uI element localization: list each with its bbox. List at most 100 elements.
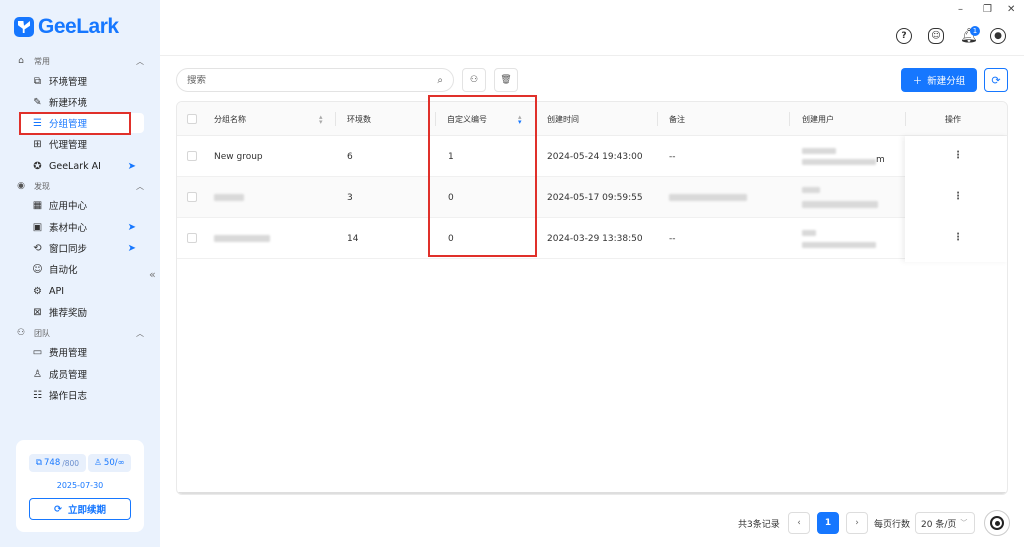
redacted-creator — [802, 201, 878, 208]
page-button-current[interactable]: 1 — [817, 512, 839, 534]
cell-env-count: 14 — [347, 233, 359, 244]
env-quota-chip: ⧉ 748/800 — [29, 454, 86, 472]
cell-custom-number: 0 — [448, 192, 454, 203]
section-common[interactable]: ⌂ 常用 ︿ — [16, 54, 144, 68]
sidebar-item-material-center[interactable]: ▣ 素材中心 ➤ — [28, 217, 144, 237]
sidebar-item-group-manage[interactable]: ☰ 分组管理 — [20, 113, 144, 133]
next-page-button[interactable]: › — [846, 512, 868, 534]
cell-env-count: 3 — [347, 192, 353, 203]
sidebar-item-referral[interactable]: ⊠ 推荐奖励 — [28, 302, 144, 322]
sidebar-item-app-center[interactable]: ▦ 应用中心 — [28, 195, 144, 215]
table-row[interactable]: 14 0 2024-03-29 13:38:50 -- — [177, 218, 905, 259]
refresh-button[interactable]: ⟳ — [984, 68, 1008, 92]
chevron-left-icon: ‹ — [797, 518, 801, 528]
renew-button[interactable]: ⟳ 立即续期 — [29, 498, 131, 520]
ai-icon: ✪ — [33, 160, 42, 172]
new-badge-icon: ➤ — [127, 221, 136, 233]
sidebar: GeeLark ⌂ 常用 ︿ ⧉ 环境管理 ✎ 新建环境 ☰ 分组管理 ⊞ 代理… — [0, 0, 160, 547]
account-icon[interactable]: ● — [990, 28, 1006, 44]
sidebar-item-window-sync[interactable]: ⟲ 窗口同步 ➤ — [28, 238, 144, 258]
sidebar-item-billing[interactable]: ▭ 费用管理 — [28, 342, 144, 362]
section-discover[interactable]: ◉ 发现 ︿ — [16, 179, 144, 193]
sidebar-item-automation[interactable]: ☺ 自动化 — [28, 259, 144, 279]
prev-page-button[interactable]: ‹ — [788, 512, 810, 534]
team-icon: ⚇ — [16, 328, 26, 338]
col-custom-number[interactable]: 自定义编号 — [447, 102, 487, 136]
delete-button[interactable]: 🗑︎ — [494, 68, 518, 92]
wallet-icon: ▭ — [32, 346, 43, 358]
sort-desc-icon[interactable]: ▴ ▾ — [518, 114, 522, 126]
row-more-icon[interactable]: ⋮ — [953, 150, 963, 161]
main-content: ⌕ ⚇ 🗑︎ ＋ 新建分组 ⟳ 分组名称 ▴▾ 环境数 自定义编号 ▴▾ 创建时… — [160, 56, 1024, 547]
col-group-name[interactable]: 分组名称 — [214, 102, 246, 136]
app-logo[interactable]: GeeLark — [14, 14, 119, 40]
total-records: 共3条记录 — [738, 519, 780, 530]
member-icon: ♙ — [94, 458, 102, 468]
section-team[interactable]: ⚇ 团队 ︿ — [16, 326, 144, 340]
cell-created-time: 2024-05-24 19:43:00 — [547, 151, 643, 162]
search-box[interactable]: ⌕ — [176, 68, 454, 92]
home-icon: ⌂ — [18, 56, 24, 66]
help-icon[interactable]: ? — [896, 28, 912, 44]
env-quota-icon: ⧉ — [35, 458, 42, 468]
sidebar-item-env-manage[interactable]: ⧉ 环境管理 — [28, 71, 144, 91]
cell-group-name: New group — [214, 151, 263, 162]
cell-custom-number: 1 — [448, 151, 454, 162]
cell-env-count: 6 — [347, 151, 353, 162]
row-checkbox[interactable] — [187, 151, 197, 161]
redacted-creator — [802, 230, 816, 236]
close-icon[interactable]: ✕ — [1007, 4, 1015, 15]
new-group-button[interactable]: ＋ 新建分组 — [901, 68, 977, 92]
col-remark[interactable]: 备注 — [669, 102, 685, 136]
table-row[interactable]: New group 6 1 2024-05-24 19:43:00 -- m — [177, 136, 905, 177]
sidebar-item-logs[interactable]: ☷ 操作日志 — [28, 385, 144, 405]
col-actions: 操作 — [945, 114, 961, 124]
robot-icon: ☺ — [32, 263, 43, 275]
table-row[interactable]: 3 0 2024-05-17 09:59:55 — [177, 177, 905, 218]
quota-card: ⧉ 748/800 ♙ 50/∞ 2025-07-30 ⟳ 立即续期 — [16, 440, 144, 532]
row-more-icon[interactable]: ⋮ — [953, 232, 963, 243]
list-icon: ☰ — [33, 117, 42, 129]
page-size-select[interactable]: 20 条/页 ﹀ — [915, 512, 975, 534]
sidebar-item-api[interactable]: ⚙ API — [28, 281, 144, 301]
new-badge-icon: ➤ — [127, 160, 136, 172]
redacted-creator — [802, 148, 836, 154]
search-icon[interactable]: ⌕ — [437, 75, 443, 86]
redacted-creator — [802, 159, 876, 165]
restore-icon[interactable]: ❐ — [983, 4, 992, 15]
sidebar-item-proxy-manage[interactable]: ⊞ 代理管理 — [28, 134, 144, 154]
select-all-checkbox[interactable] — [187, 114, 197, 124]
member-filter-button[interactable]: ⚇ — [462, 68, 486, 92]
collapse-sidebar-icon[interactable]: « — [149, 268, 156, 281]
row-checkbox[interactable] — [187, 233, 197, 243]
minimize-icon[interactable]: – — [958, 4, 963, 15]
refresh-icon: ⟳ — [54, 503, 62, 515]
sidebar-item-new-env[interactable]: ✎ 新建环境 — [28, 92, 144, 112]
eye-icon: ◉ — [17, 181, 25, 191]
user-icon: ♙ — [33, 368, 42, 380]
col-env-count[interactable]: 环境数 — [347, 102, 371, 136]
sidebar-item-geelark-ai[interactable]: ✪ GeeLark AI ➤ — [28, 156, 144, 176]
sort-icon[interactable]: ▴ ▾ — [319, 114, 323, 126]
redacted-creator — [802, 187, 820, 193]
plus-icon: ＋ — [912, 76, 923, 87]
row-checkbox[interactable] — [187, 192, 197, 202]
col-creator[interactable]: 创建用户 — [802, 102, 834, 136]
cell-remark: -- — [669, 151, 676, 162]
row-more-icon[interactable]: ⋮ — [953, 191, 963, 202]
users-icon: ⚇ — [469, 75, 479, 85]
actions-column: ⋮ ⋮ ⋮ — [905, 136, 1007, 262]
edit-icon: ✎ — [33, 96, 42, 108]
geelark-logo-icon — [14, 17, 34, 37]
support-icon[interactable]: ☺ — [928, 28, 944, 44]
gift-icon: ⊠ — [33, 306, 42, 318]
assistant-button[interactable] — [984, 510, 1010, 536]
horizontal-scrollbar[interactable] — [177, 492, 1007, 494]
new-badge-icon: ➤ — [127, 242, 136, 254]
proxy-icon: ⊞ — [33, 138, 42, 150]
col-created-time[interactable]: 创建时间 — [547, 102, 579, 136]
search-input[interactable] — [187, 74, 438, 86]
sidebar-item-members[interactable]: ♙ 成员管理 — [28, 364, 144, 384]
log-icon: ☷ — [33, 389, 42, 401]
trash-icon: 🗑︎ — [500, 75, 512, 85]
